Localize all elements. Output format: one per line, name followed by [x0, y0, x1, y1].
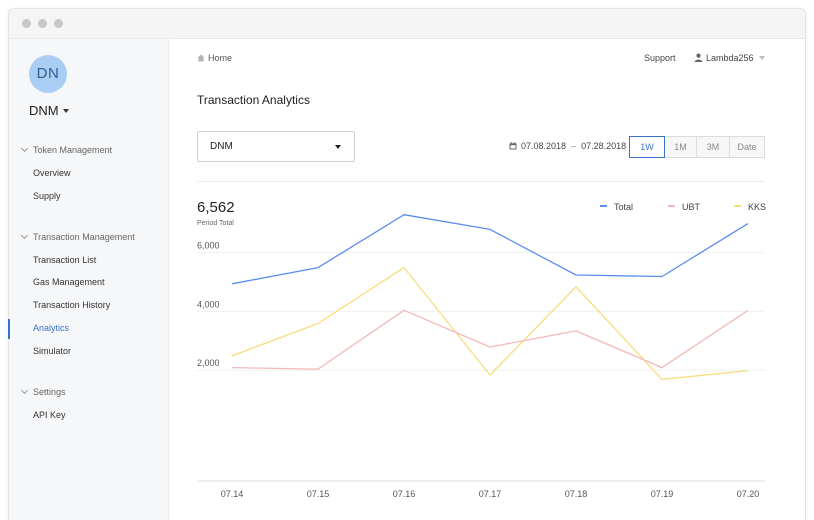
x-tick-label: 07.17 — [479, 489, 502, 499]
range-1w-button[interactable]: 1W — [629, 136, 665, 158]
x-tick-label: 07.19 — [651, 489, 674, 499]
y-tick-label: 2,000 — [197, 358, 220, 368]
x-tick-label: 07.18 — [565, 489, 588, 499]
x-tick-label: 07.20 — [737, 489, 760, 499]
y-tick-label: 6,000 — [197, 241, 220, 251]
x-tick-label: 07.15 — [307, 489, 330, 499]
line-chart: 2,000 4,000 6,000 07.14 07.15 07.16 07.17 07.18… — [197, 214, 765, 499]
series-line-total — [231, 214, 749, 285]
x-tick-label: 07.14 — [221, 489, 244, 499]
x-tick-label: 07.16 — [393, 489, 416, 499]
y-tick-label: 4,000 — [197, 299, 220, 309]
series-line-ubt — [231, 309, 749, 370]
